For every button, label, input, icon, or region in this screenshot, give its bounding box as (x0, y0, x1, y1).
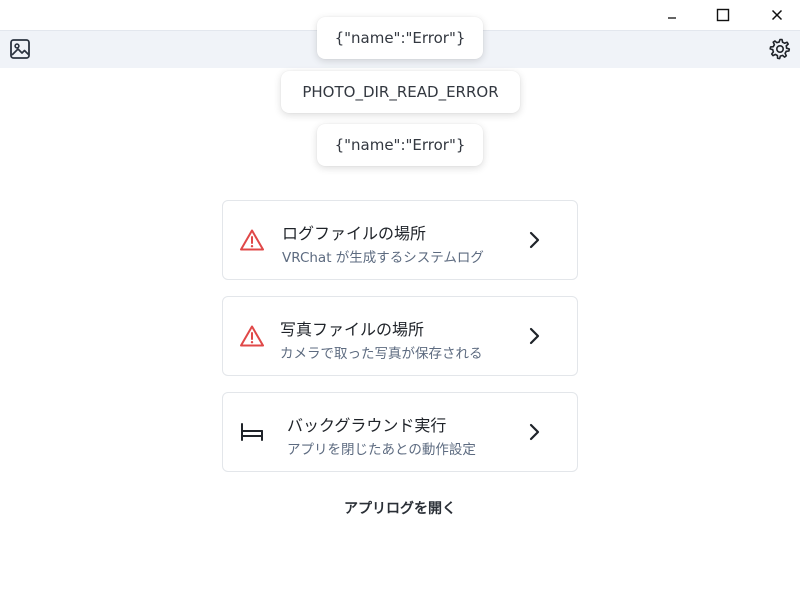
gallery-icon (10, 39, 30, 59)
warning-triangle-icon (239, 324, 265, 348)
card-title: バックグラウンド実行 (287, 416, 447, 435)
photo-file-location-card[interactable]: 写真ファイルの場所 カメラで取った写真が保存される (222, 296, 578, 376)
card-title: 写真ファイルの場所 (280, 320, 425, 339)
chevron-right-icon (525, 326, 543, 346)
card-subtitle: カメラで取った写真が保存される (280, 346, 483, 362)
close-button[interactable] (757, 0, 797, 30)
gear-icon (769, 38, 791, 60)
chevron-right-icon (525, 230, 543, 250)
log-file-location-card[interactable]: ログファイルの場所 VRChat が生成するシステムログ (222, 200, 578, 280)
card-subtitle: VRChat が生成するシステムログ (282, 250, 484, 266)
error-toast: {"name":"Error"} (317, 124, 483, 166)
warning-triangle-icon (239, 228, 265, 252)
background-run-card[interactable]: バックグラウンド実行 アプリを閉じたあとの動作設定 (222, 392, 578, 472)
card-subtitle: アプリを閉じたあとの動作設定 (287, 442, 476, 458)
gallery-button[interactable] (8, 37, 32, 61)
toast-message: {"name":"Error"} (334, 29, 466, 47)
error-toast: {"name":"Error"} (317, 17, 483, 59)
toast-message: {"name":"Error"} (334, 136, 466, 154)
toast-message: PHOTO_DIR_READ_ERROR (302, 83, 499, 101)
minimize-icon (668, 17, 676, 19)
error-toast: PHOTO_DIR_READ_ERROR (281, 71, 520, 113)
maximize-button[interactable] (703, 0, 743, 30)
open-app-log-link[interactable]: アプリログを開く (0, 498, 800, 518)
bed-icon (239, 420, 265, 444)
close-icon (771, 9, 783, 21)
maximize-icon (716, 8, 730, 22)
card-title: ログファイルの場所 (282, 224, 427, 243)
chevron-right-icon (525, 422, 543, 442)
minimize-button[interactable] (652, 0, 692, 30)
settings-button[interactable] (768, 37, 792, 61)
